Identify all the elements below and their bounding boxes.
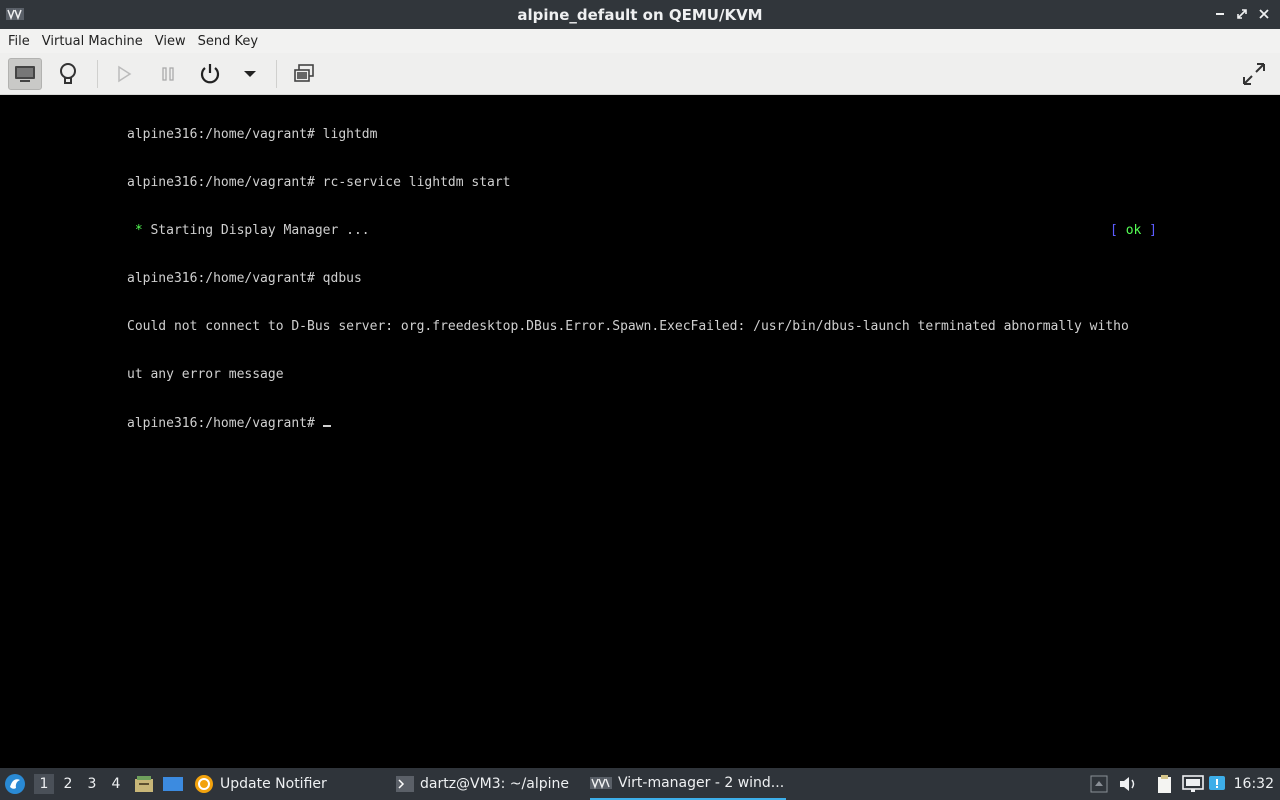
- window-title: alpine_default on QEMU/KVM: [517, 5, 763, 24]
- minimize-button[interactable]: [1212, 6, 1228, 22]
- task-update-notifier[interactable]: Update Notifier: [194, 768, 327, 800]
- menubar: File Virtual Machine View Send Key: [0, 29, 1280, 53]
- terminal-output: alpine316:/home/vagrant# lightdm alpine3…: [127, 95, 1157, 463]
- text-cursor: [322, 415, 331, 427]
- volume-icon: [1120, 777, 1135, 791]
- desktop-4[interactable]: 4: [106, 774, 126, 794]
- chevron-up-icon: [1090, 775, 1108, 793]
- taskbar: 1 2 3 4 Update Notifier dartz@VM3: ~/alp…: [0, 768, 1280, 800]
- pause-icon: [162, 67, 174, 81]
- task-terminal[interactable]: dartz@VM3: ~/alpine: [396, 768, 569, 800]
- starting-text: Starting Display Manager ...: [142, 223, 370, 238]
- play-icon: [118, 65, 132, 83]
- snapshots-icon: [294, 64, 314, 82]
- terminal-line: ut any error message: [127, 367, 284, 382]
- show-desktop-launcher[interactable]: [162, 768, 184, 800]
- update-notifier-icon: [195, 775, 213, 793]
- network-icon: [1182, 775, 1204, 792]
- console-icon: [15, 66, 35, 82]
- task-label: Update Notifier: [220, 776, 327, 792]
- fullscreen-button[interactable]: [1237, 58, 1271, 90]
- minimize-icon: [1216, 13, 1224, 15]
- terminal-line: alpine316:/home/vagrant# rc-service ligh…: [127, 175, 511, 190]
- terminal-line: alpine316:/home/vagrant# lightdm: [127, 127, 378, 142]
- clipboard-icon: [1158, 775, 1171, 793]
- virt-manager-icon: [6, 8, 24, 20]
- power-icon: [200, 64, 220, 84]
- menu-file[interactable]: File: [2, 34, 36, 49]
- desktop-1[interactable]: 1: [34, 774, 54, 794]
- fullscreen-icon: [1243, 63, 1265, 85]
- desktop-2[interactable]: 2: [58, 774, 78, 794]
- show-details-button[interactable]: [51, 58, 85, 90]
- starting-star: *: [127, 223, 143, 238]
- tray-expand-button[interactable]: [1090, 768, 1108, 800]
- desktop-3[interactable]: 3: [82, 774, 102, 794]
- terminal-prompt-line: alpine316:/home/vagrant#: [127, 415, 1157, 431]
- notification-button[interactable]: [1208, 768, 1226, 800]
- pause-button[interactable]: [151, 58, 185, 90]
- notification-icon: [1209, 776, 1225, 790]
- toolbar: [0, 53, 1280, 95]
- file-manager-icon: [135, 776, 153, 792]
- volume-button[interactable]: [1118, 768, 1138, 800]
- virt-manager-icon: [590, 777, 612, 789]
- lightbulb-icon: [60, 63, 76, 84]
- maximize-button[interactable]: [1234, 6, 1250, 22]
- start-menu-button[interactable]: [4, 768, 26, 800]
- close-button[interactable]: [1256, 6, 1272, 22]
- shutdown-menu-button[interactable]: [233, 58, 267, 90]
- menu-view[interactable]: View: [149, 34, 192, 49]
- run-button[interactable]: [107, 58, 141, 90]
- restore-icon: [1237, 9, 1247, 19]
- menu-virtual-machine[interactable]: Virtual Machine: [36, 34, 149, 49]
- terminal-line: Could not connect to D-Bus server: org.f…: [127, 319, 1129, 334]
- prompt: alpine316:/home/vagrant#: [127, 416, 323, 431]
- network-button[interactable]: [1182, 768, 1204, 800]
- snapshots-button[interactable]: [287, 58, 321, 90]
- start-menu-icon: [5, 774, 25, 794]
- terminal-icon: [396, 776, 414, 792]
- task-label: Virt-manager - 2 wind...: [618, 775, 785, 791]
- terminal-line: * Starting Display Manager ... [ ok ]: [127, 223, 1157, 239]
- close-icon: [1259, 9, 1269, 19]
- menu-send-key[interactable]: Send Key: [192, 34, 264, 49]
- chevron-down-icon: [244, 71, 256, 77]
- desktop-icon: [163, 777, 183, 791]
- clock[interactable]: 16:32: [1234, 776, 1274, 792]
- shutdown-button[interactable]: [193, 58, 227, 90]
- terminal-line: alpine316:/home/vagrant# qdbus: [127, 271, 362, 286]
- task-virt-manager[interactable]: Virt-manager - 2 wind...: [590, 768, 786, 800]
- clipboard-button[interactable]: [1155, 768, 1175, 800]
- status-ok: [ ok ]: [1110, 223, 1157, 238]
- window-titlebar: alpine_default on QEMU/KVM: [0, 0, 1280, 29]
- vm-console[interactable]: alpine316:/home/vagrant# lightdm alpine3…: [0, 95, 1280, 768]
- task-label: dartz@VM3: ~/alpine: [420, 776, 569, 792]
- show-console-button[interactable]: [8, 58, 42, 90]
- file-manager-launcher[interactable]: [134, 768, 154, 800]
